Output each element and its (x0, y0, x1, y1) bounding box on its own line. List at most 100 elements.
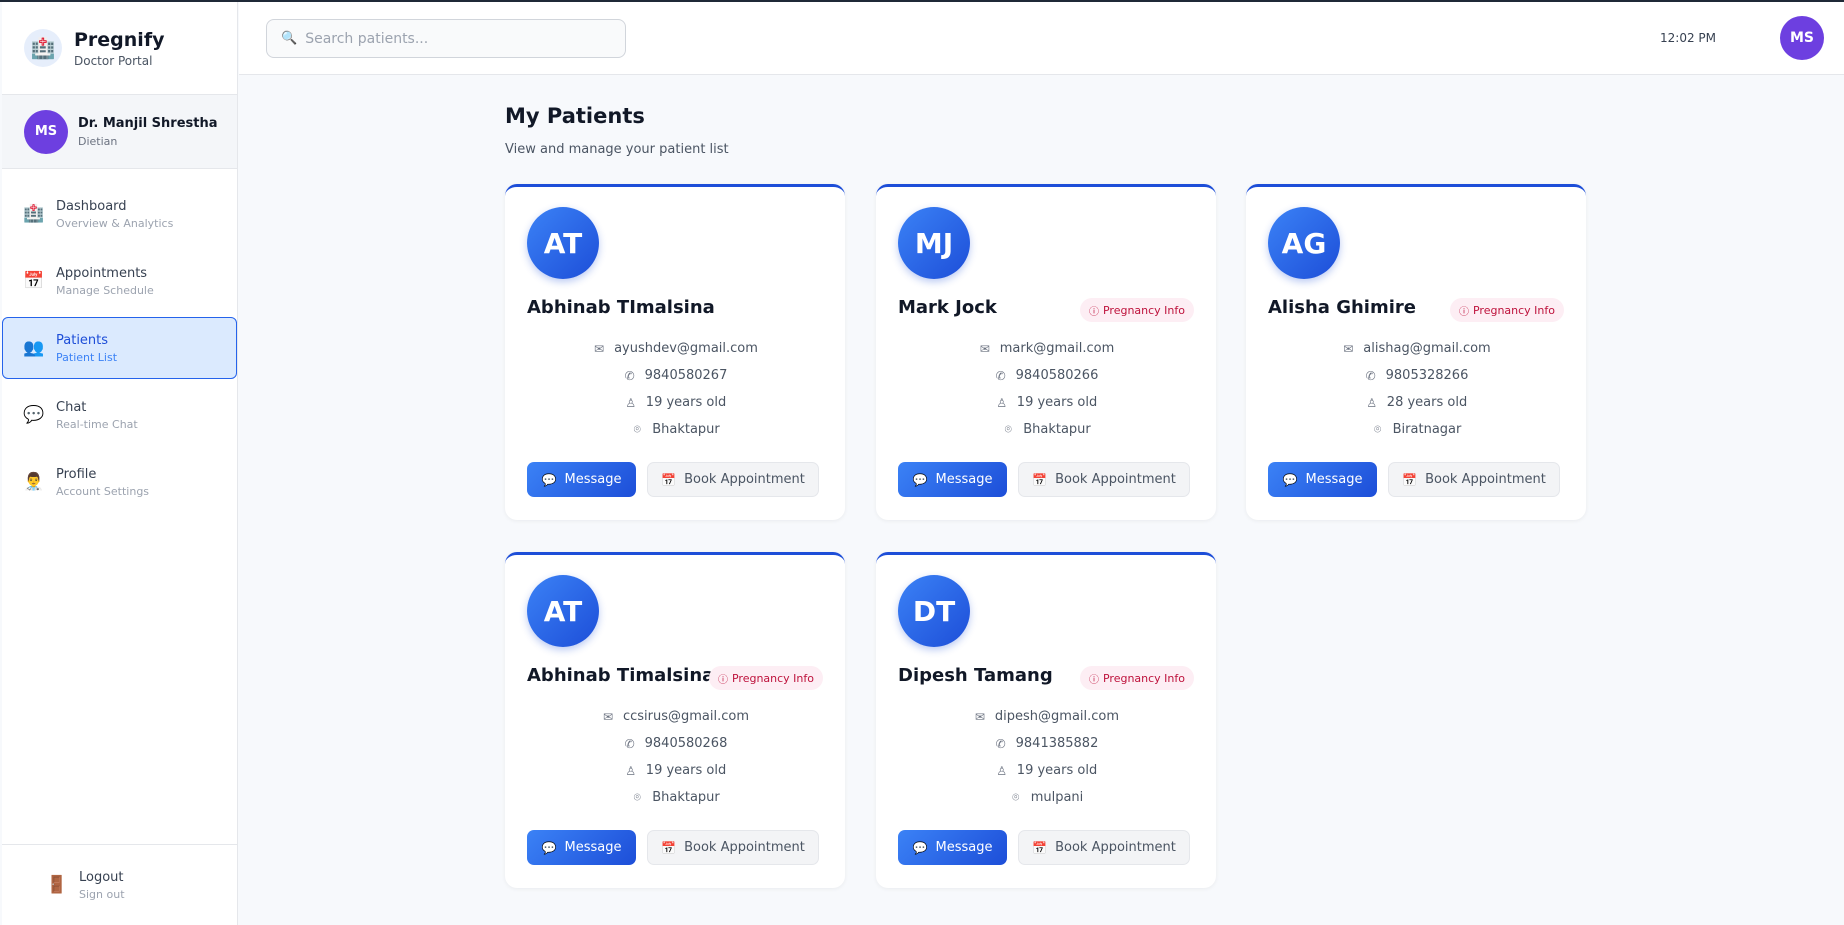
sidebar-item-patients[interactable]: 👥 Patients Patient List (2, 317, 237, 379)
patient-phone-row: ✆ 9805328266 (1268, 362, 1564, 389)
search-icon: 🔍 (281, 31, 298, 46)
patient-location: Bhaktapur (1023, 422, 1091, 437)
pregnancy-info-badge[interactable]: ⓘ Pregnancy Info (1449, 298, 1564, 322)
sidebar-item-label: Patients (56, 332, 109, 348)
patient-name: Alisha Ghimire (1268, 297, 1416, 318)
patient-location-row: ⌾ Bhaktapur (527, 784, 823, 811)
calendar-icon: 📅 (1032, 472, 1048, 487)
patient-location-row: ⌾ Bhaktapur (527, 416, 823, 443)
patient-avatar: AG (1268, 207, 1340, 279)
patient-email: dipesh@gmail.com (994, 709, 1120, 724)
page-title: My Patients (505, 104, 645, 128)
doctor-avatar: MS (24, 109, 68, 154)
brand[interactable]: 🏥 Pregnify Doctor Portal (2, 2, 237, 95)
patient-email-row: ✉ ccsirus@gmail.com (527, 703, 823, 730)
pregnancy-info-label: Pregnancy Info (731, 671, 814, 685)
dashboard-icon: 🏥 (23, 204, 45, 224)
pregnancy-info-badge[interactable]: ⓘ Pregnancy Info (1079, 298, 1194, 322)
sidebar-item-label: Dashboard (56, 198, 127, 214)
patient-email-row: ✉ dipesh@gmail.com (898, 703, 1194, 730)
user-icon: ♙ (625, 763, 637, 778)
main-content: My Patients View and manage your patient… (505, 104, 1605, 888)
patient-age: 19 years old (1016, 763, 1098, 778)
book-appointment-label: Book Appointment (684, 472, 805, 487)
brand-name: Pregnify (74, 28, 165, 51)
book-appointment-button[interactable]: 📅 Book Appointment (1388, 462, 1560, 497)
chat-icon: 💬 (912, 840, 928, 855)
mail-icon: ✉ (594, 341, 605, 356)
doctor-profile: MS Dr. Manjil Shrestha Dietian (2, 95, 237, 169)
patient-name: Mark Jock (898, 297, 997, 318)
patient-location: Bhaktapur (652, 790, 720, 805)
patient-card: AG Alisha Ghimire ⓘ Pregnancy Info ✉ alish… (1246, 184, 1586, 520)
sidebar-item-sublabel: Overview & Analytics (56, 216, 174, 230)
user-icon: ♙ (1366, 395, 1378, 410)
patient-phone: 9840580266 (1015, 368, 1099, 383)
search-box[interactable]: 🔍 (266, 19, 626, 58)
message-button[interactable]: 💬 Message (898, 830, 1007, 865)
doctor-name: Dr. Manjil Shrestha (78, 115, 218, 131)
brand-subtitle: Doctor Portal (74, 53, 153, 68)
patient-age-row: ♙ 19 years old (898, 757, 1194, 784)
sidebar-item-appointments[interactable]: 📅 Appointments Manage Schedule (2, 250, 237, 312)
message-label: Message (935, 840, 993, 855)
message-label: Message (564, 472, 622, 487)
phone-icon: ✆ (1365, 368, 1376, 383)
sidebar-item-chat[interactable]: 💬 Chat Real-time Chat (2, 384, 237, 446)
user-avatar[interactable]: MS (1780, 16, 1824, 60)
chat-icon: 💬 (541, 472, 557, 487)
patient-card: DT Dipesh Tamang ⓘ Pregnancy Info ✉ dipesh… (876, 552, 1216, 888)
location-icon: ⌾ (1004, 422, 1012, 436)
book-appointment-button[interactable]: 📅 Book Appointment (1018, 830, 1190, 865)
location-icon: ⌾ (1374, 422, 1382, 436)
sidebar-item-profile[interactable]: 👨‍⚕️ Profile Account Settings (2, 451, 237, 513)
info-icon: ⓘ (717, 674, 728, 686)
patient-phone-row: ✆ 9840580267 (527, 362, 823, 389)
patient-info: ✉ mark@gmail.com ✆ 9840580266 ♙ 19 years ol… (898, 335, 1194, 443)
message-button[interactable]: 💬 Message (898, 462, 1007, 497)
patient-location-row: ⌾ Bhaktapur (898, 416, 1194, 443)
message-button[interactable]: 💬 Message (527, 462, 636, 497)
phone-icon: ✆ (624, 368, 635, 383)
book-appointment-label: Book Appointment (1055, 472, 1176, 487)
users-icon: 👥 (23, 338, 45, 358)
chat-icon: 💬 (541, 840, 557, 855)
search-input[interactable] (305, 30, 606, 47)
pregnancy-info-badge[interactable]: ⓘ Pregnancy Info (708, 666, 823, 690)
calendar-icon: 📅 (1402, 472, 1418, 487)
message-label: Message (1305, 472, 1363, 487)
phone-icon: ✆ (995, 368, 1006, 383)
message-button[interactable]: 💬 Message (1268, 462, 1377, 497)
book-appointment-label: Book Appointment (1055, 840, 1176, 855)
pregnancy-info-badge[interactable]: ⓘ Pregnancy Info (1079, 666, 1194, 690)
user-icon: ♙ (996, 395, 1008, 410)
hospital-icon: 🏥 (24, 29, 62, 67)
book-appointment-button[interactable]: 📅 Book Appointment (647, 462, 819, 497)
topbar: 🔍 12:02 PM MS (239, 2, 1844, 75)
patient-phone: 9840580268 (644, 736, 728, 751)
phone-icon: ✆ (995, 736, 1006, 751)
patient-avatar: AT (527, 575, 599, 647)
card-actions: 💬 Message 📅 Book Appointment (1268, 462, 1560, 497)
patient-avatar: AT (527, 207, 599, 279)
patient-age-row: ♙ 19 years old (527, 389, 823, 416)
calendar-icon: 📅 (23, 271, 45, 291)
user-icon: ♙ (996, 763, 1008, 778)
patient-age-row: ♙ 28 years old (1268, 389, 1564, 416)
card-actions: 💬 Message 📅 Book Appointment (527, 830, 819, 865)
message-button[interactable]: 💬 Message (527, 830, 636, 865)
patient-phone-row: ✆ 9840580266 (898, 362, 1194, 389)
sidebar-item-dashboard[interactable]: 🏥 Dashboard Overview & Analytics (2, 183, 237, 245)
chat-icon: 💬 (912, 472, 928, 487)
patient-info: ✉ ayushdev@gmail.com ✆ 9840580267 ♙ 19 year… (527, 335, 823, 443)
info-icon: ⓘ (1088, 306, 1099, 318)
book-appointment-button[interactable]: 📅 Book Appointment (1018, 462, 1190, 497)
sidebar: 🏥 Pregnify Doctor Portal MS Dr. Manjil S… (2, 2, 238, 925)
info-icon: ⓘ (1088, 674, 1099, 686)
patient-info: ✉ ccsirus@gmail.com ✆ 9840580268 ♙ 19 years… (527, 703, 823, 811)
logout-button[interactable]: 🚪 Logout Sign out (2, 844, 238, 925)
book-appointment-button[interactable]: 📅 Book Appointment (647, 830, 819, 865)
user-icon: ♙ (625, 395, 637, 410)
info-icon: ⓘ (1458, 306, 1469, 318)
mail-icon: ✉ (974, 709, 985, 724)
